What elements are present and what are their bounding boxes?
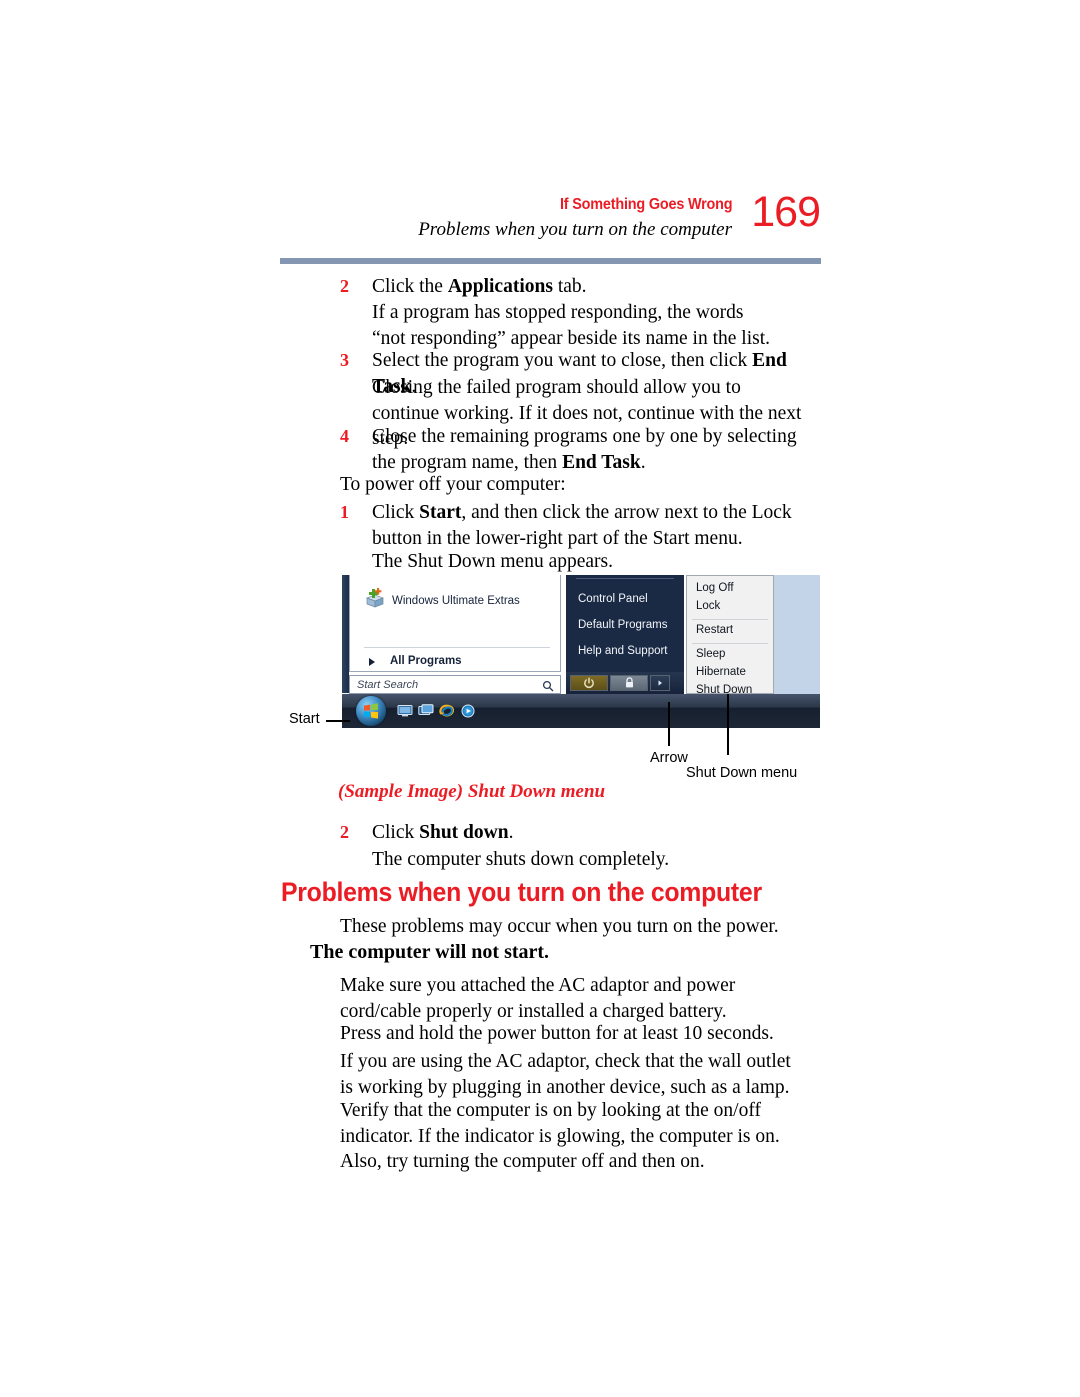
start-menu-right-panel: Control Panel Default Programs Help and … xyxy=(566,575,684,672)
step-text: Close the remaining programs one by one … xyxy=(372,426,797,473)
start-menu-item-ultimate-extras[interactable]: Windows Ultimate Extras xyxy=(392,595,520,607)
switch-window-icon[interactable] xyxy=(418,704,434,718)
step-text: Click Shut down. xyxy=(372,822,514,843)
flyout-separator xyxy=(692,643,768,644)
shutdown-flyout-menu: Log Off Lock Restart Sleep Hibernate Shu… xyxy=(686,575,774,696)
callout-label-arrow: Arrow xyxy=(650,750,688,766)
header-chapter-title: If Something Goes Wrong xyxy=(559,196,733,213)
flyout-item-restart[interactable]: Restart xyxy=(696,624,733,636)
paragraph-power-off-intro: To power off your computer: xyxy=(340,474,566,495)
callout-leader-arrow xyxy=(668,702,670,746)
page-header: If Something Goes Wrong Problems when yo… xyxy=(280,188,821,258)
figure-caption: (Sample Image) Shut Down menu xyxy=(338,781,606,802)
flyout-item-sleep[interactable]: Sleep xyxy=(696,648,725,660)
step-number: 2 xyxy=(340,276,349,296)
lock-icon xyxy=(611,676,647,690)
arrow-right-icon xyxy=(651,676,669,690)
start-menu-left-edge xyxy=(342,575,349,693)
flyout-separator xyxy=(692,619,768,620)
all-programs-arrow-icon xyxy=(369,658,375,666)
step-item-2-applications: 2 Click the Applications tab. xyxy=(340,274,810,300)
flyout-item-log-off[interactable]: Log Off xyxy=(696,582,734,594)
callout-leader-start xyxy=(326,720,350,722)
internet-explorer-icon[interactable] xyxy=(439,704,455,718)
step-text: Click the Applications tab. xyxy=(372,276,587,297)
figure-shutdown-menu-screenshot: Windows Ultimate Extras All Programs Sta… xyxy=(342,575,820,738)
callout-label-shutdown-menu: Shut Down menu xyxy=(686,765,798,781)
step-number: 2 xyxy=(340,822,349,842)
start-menu-item-all-programs[interactable]: All Programs xyxy=(390,655,462,667)
step-item-2-click-shut-down: 2 Click Shut down. xyxy=(340,820,740,846)
windows-start-orb-icon[interactable] xyxy=(356,696,386,726)
page-number: 169 xyxy=(751,188,821,236)
step-number: 4 xyxy=(340,426,349,446)
step-number: 1 xyxy=(340,502,349,522)
step-text: Click Start, and then click the arrow ne… xyxy=(372,502,792,549)
section-heading: Problems when you turn on the computer xyxy=(281,877,762,907)
step-number: 3 xyxy=(340,350,349,370)
start-menu-power-bar xyxy=(566,672,684,694)
shutdown-arrow-button[interactable] xyxy=(650,675,670,691)
start-menu-item-default-programs[interactable]: Default Programs xyxy=(578,619,667,631)
search-icon xyxy=(542,679,554,692)
callout-label-start: Start xyxy=(289,711,320,727)
header-section-title: Problems when you turn on the computer xyxy=(418,219,732,240)
paragraph-ac-adaptor: Make sure you attached the AC adaptor an… xyxy=(340,975,736,1022)
start-menu-left-panel: Windows Ultimate Extras All Programs xyxy=(349,575,561,672)
callout-leader-shutdown-menu xyxy=(727,694,729,755)
paragraph-hold-power-button: Press and hold the power button for at l… xyxy=(340,1023,774,1044)
desktop-background xyxy=(774,575,820,694)
lock-button[interactable] xyxy=(610,675,648,691)
start-menu-item-control-panel[interactable]: Control Panel xyxy=(578,593,648,605)
paragraph-onoff-indicator: Verify that the computer is on by lookin… xyxy=(340,1100,780,1172)
flyout-item-lock[interactable]: Lock xyxy=(696,600,720,612)
start-menu-item-help-and-support[interactable]: Help and Support xyxy=(578,645,668,657)
media-player-icon[interactable] xyxy=(460,704,476,718)
start-menu-divider xyxy=(364,647,550,648)
step-item-4-close-remaining: 4 Close the remaining programs one by on… xyxy=(340,424,800,475)
paragraph-wall-outlet: If you are using the AC adaptor, check t… xyxy=(340,1051,791,1098)
start-search-input[interactable]: Start Search xyxy=(349,675,561,694)
flyout-item-hibernate[interactable]: Hibernate xyxy=(696,666,746,678)
step-item-1-click-start: 1 Click Start, and then click the arrow … xyxy=(340,500,822,551)
taskbar xyxy=(342,694,820,728)
paragraph-not-responding: If a program has stopped responding, the… xyxy=(372,302,771,349)
power-icon xyxy=(571,676,607,690)
paragraph-shutdown-menu-appears: The Shut Down menu appears. xyxy=(372,551,613,572)
start-search-placeholder: Start Search xyxy=(357,679,419,691)
header-divider-rule xyxy=(280,258,821,264)
windows-ultimate-extras-icon xyxy=(364,587,386,609)
subsection-heading: The computer will not start. xyxy=(310,941,550,963)
paragraph-shuts-down-completely: The computer shuts down completely. xyxy=(372,849,670,870)
show-desktop-icon[interactable] xyxy=(397,704,413,718)
start-menu-right-divider xyxy=(576,578,674,579)
power-button[interactable] xyxy=(570,675,608,691)
paragraph-section-intro: These problems may occur when you turn o… xyxy=(340,916,779,937)
